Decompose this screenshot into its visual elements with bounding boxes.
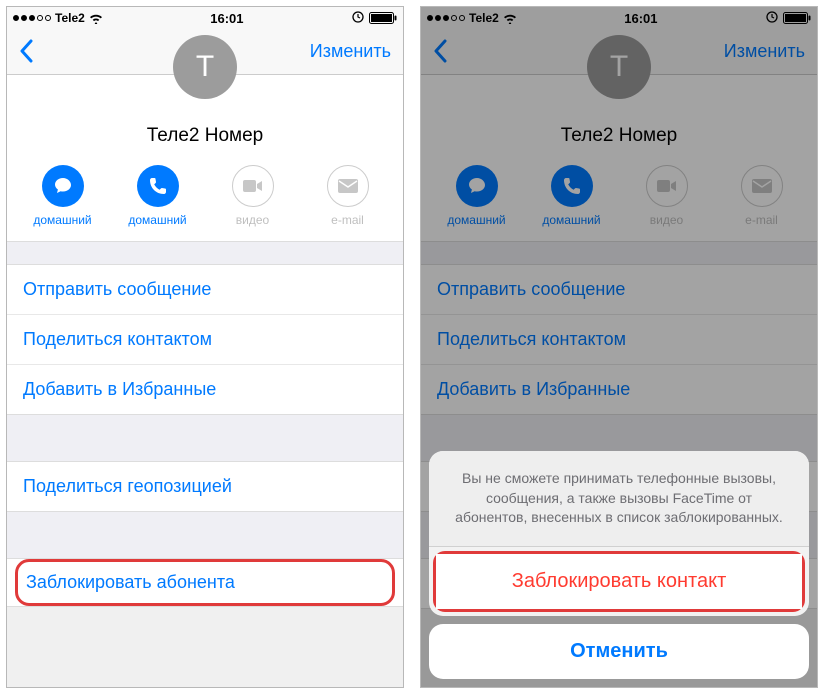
contact-header: Теле2 Номер домашний домашний видео: [7, 75, 403, 242]
quick-action-email: e-mail: [722, 165, 802, 227]
quick-action-label: видео: [650, 213, 683, 227]
status-bar: Tele2 16:01: [421, 7, 817, 29]
quick-action-call[interactable]: домашний: [532, 165, 612, 227]
share-contact-item[interactable]: Поделиться контактом: [7, 315, 403, 365]
clock-label: 16:01: [210, 11, 243, 26]
mail-icon: [327, 165, 369, 207]
battery-icon: [369, 12, 397, 24]
wifi-icon: [503, 13, 517, 24]
share-contact-item[interactable]: Поделиться контактом: [421, 315, 817, 365]
spacer: [7, 415, 403, 461]
quick-action-label: домашний: [447, 213, 505, 227]
status-bar: Tele2 16:01: [7, 7, 403, 29]
send-message-item[interactable]: Отправить сообщение: [421, 265, 817, 315]
back-button[interactable]: [433, 35, 449, 69]
quick-action-row: домашний домашний видео e-mail: [7, 157, 403, 241]
highlight-annotation: Заблокировать контакт: [433, 551, 805, 612]
carrier-label: Tele2: [55, 11, 85, 25]
edit-button[interactable]: Изменить: [310, 41, 391, 62]
quick-action-row: домашний домашний видео e-mail: [421, 157, 817, 241]
spacer: [421, 242, 817, 264]
message-icon: [42, 165, 84, 207]
add-favorite-item[interactable]: Добавить в Избранные: [7, 365, 403, 414]
quick-action-message[interactable]: домашний: [23, 165, 103, 227]
avatar-initial: Т: [196, 50, 214, 84]
quick-action-message[interactable]: домашний: [437, 165, 517, 227]
message-icon: [456, 165, 498, 207]
block-caller-item[interactable]: Заблокировать абонента: [26, 572, 384, 593]
action-sheet: Вы не сможете принимать телефонные вызов…: [429, 451, 809, 679]
signal-dots: [427, 15, 465, 21]
carrier-label: Tele2: [469, 11, 499, 25]
quick-action-label: видео: [236, 213, 269, 227]
mail-icon: [741, 165, 783, 207]
action-sheet-card: Вы не сможете принимать телефонные вызов…: [429, 451, 809, 616]
avatar-initial: Т: [610, 50, 628, 84]
video-icon: [232, 165, 274, 207]
send-message-item[interactable]: Отправить сообщение: [7, 265, 403, 315]
phone-right: Tele2 16:01 Изменить Т Теле2 Номер: [420, 6, 818, 688]
cancel-button[interactable]: Отменить: [429, 624, 809, 679]
back-button[interactable]: [19, 35, 35, 69]
avatar[interactable]: Т: [173, 35, 237, 99]
add-favorite-item[interactable]: Добавить в Избранные: [421, 365, 817, 414]
contact-name: Теле2 Номер: [421, 125, 817, 157]
phone-icon: [137, 165, 179, 207]
block-contact-button[interactable]: Заблокировать контакт: [436, 554, 802, 609]
quick-action-label: e-mail: [331, 213, 364, 227]
highlight-annotation: Заблокировать абонента: [15, 559, 395, 606]
edit-button[interactable]: Изменить: [724, 41, 805, 62]
phone-left: Tele2 16:01 Изменить Т Теле2 Номер: [6, 6, 404, 688]
spacer: [7, 242, 403, 264]
battery-icon: [783, 12, 811, 24]
signal-dots: [13, 15, 51, 21]
quick-action-video: видео: [627, 165, 707, 227]
clock-label: 16:01: [624, 11, 657, 26]
rotation-lock-icon: [765, 10, 779, 27]
spacer: [7, 512, 403, 558]
quick-action-video: видео: [213, 165, 293, 227]
quick-action-call[interactable]: домашний: [118, 165, 198, 227]
quick-action-email: e-mail: [308, 165, 388, 227]
action-list-2: Поделиться геопозицией: [7, 461, 403, 512]
share-location-item[interactable]: Поделиться геопозицией: [7, 462, 403, 511]
action-list-1: Отправить сообщение Поделиться контактом…: [7, 264, 403, 415]
video-icon: [646, 165, 688, 207]
phone-icon: [551, 165, 593, 207]
wifi-icon: [89, 13, 103, 24]
quick-action-label: домашний: [33, 213, 91, 227]
contact-name: Теле2 Номер: [7, 125, 403, 157]
rotation-lock-icon: [351, 10, 365, 27]
quick-action-label: e-mail: [745, 213, 778, 227]
contact-header: Теле2 Номер домашний домашний видео: [421, 75, 817, 242]
block-list: Заблокировать абонента: [7, 558, 403, 607]
action-list-1: Отправить сообщение Поделиться контактом…: [421, 264, 817, 415]
action-sheet-message: Вы не сможете принимать телефонные вызов…: [429, 451, 809, 547]
quick-action-label: домашний: [128, 213, 186, 227]
quick-action-label: домашний: [542, 213, 600, 227]
avatar[interactable]: Т: [587, 35, 651, 99]
